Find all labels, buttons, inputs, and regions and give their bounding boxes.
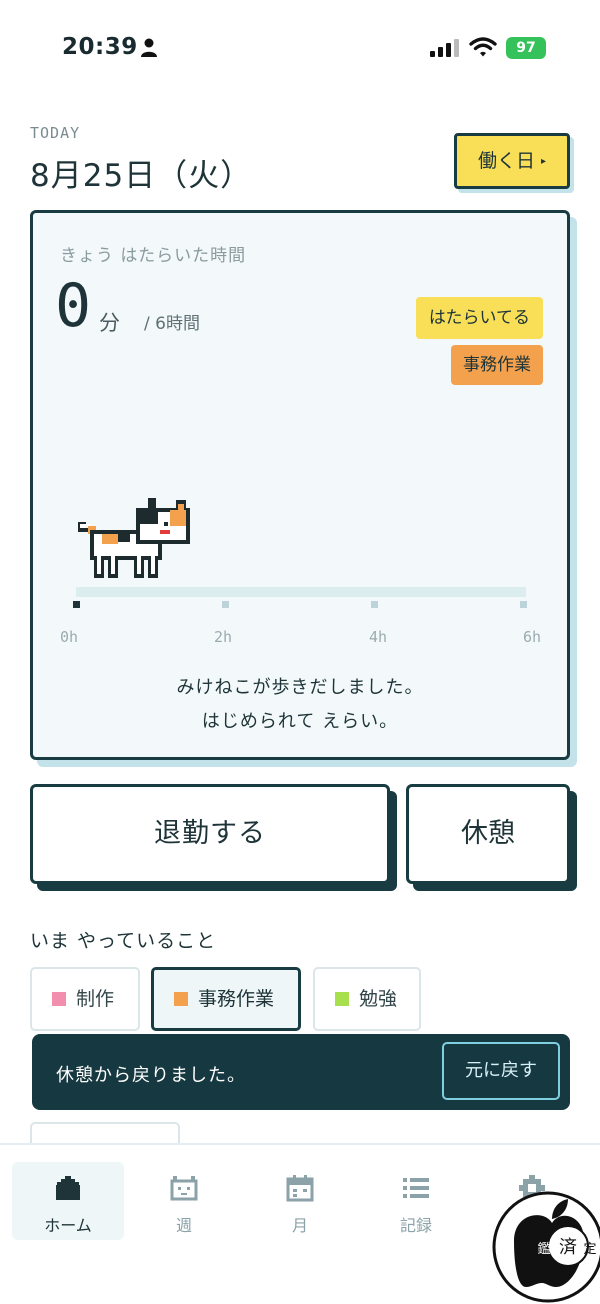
tick-label-4h: 4h xyxy=(368,628,388,646)
current-activity-heading: いま やっていること xyxy=(30,930,217,952)
caret-right-icon: ▸ xyxy=(540,155,547,167)
tab-home[interactable]: ホーム xyxy=(12,1162,124,1240)
tick-label-2h: 2h xyxy=(213,628,233,646)
svg-text:鑑: 鑑 xyxy=(537,1241,550,1257)
work-time-card: きょう はたらいた時間 0 分 / 6時間 はたらいてる 事務作業 0h 2h … xyxy=(30,210,570,760)
tab-week[interactable]: 週 xyxy=(128,1162,240,1240)
calico-cat-icon xyxy=(78,498,190,578)
date-title: 8月25日（火） xyxy=(30,158,253,194)
tab-records[interactable]: 記録 xyxy=(360,1162,472,1240)
person-icon xyxy=(141,38,157,57)
break-button[interactable]: 休憩 xyxy=(406,784,570,884)
color-swatch xyxy=(174,992,188,1006)
work-progress-track xyxy=(76,587,526,597)
current-task-badge: 事務作業 xyxy=(451,345,543,385)
progress-tick-0h xyxy=(73,601,80,608)
svg-text:済: 済 xyxy=(559,1237,577,1258)
progress-tick-6h xyxy=(520,601,527,608)
status-bar: 20:39 97 xyxy=(0,0,600,90)
working-status-badge: はたらいてる xyxy=(415,297,543,339)
tick-label-6h: 6h xyxy=(522,628,542,646)
toast-message: 休憩から戻りました。 xyxy=(56,1065,246,1086)
color-swatch xyxy=(52,992,66,1006)
status-time: 20:39 xyxy=(62,34,138,60)
signal-icon xyxy=(430,39,459,57)
cat-face-icon xyxy=(170,1176,198,1201)
color-swatch xyxy=(335,992,349,1006)
list-icon xyxy=(403,1178,429,1198)
calendar-icon xyxy=(286,1175,314,1202)
toast-notification: 休憩から戻りました。 元に戻す xyxy=(32,1034,570,1110)
activity-chip-production[interactable]: 制作 xyxy=(30,967,140,1031)
watermark-stamp: 済 鑑 定 xyxy=(492,1191,600,1303)
tab-label: 記録 xyxy=(399,1216,432,1235)
home-icon xyxy=(56,1176,80,1200)
clock-out-button[interactable]: 退勤する xyxy=(30,784,390,884)
activity-chip-office-work[interactable]: 事務作業 xyxy=(151,967,301,1031)
workday-button[interactable]: 働く日 ▸ xyxy=(454,133,570,189)
battery-indicator: 97 xyxy=(506,37,546,59)
worked-minutes-value: 0 xyxy=(55,271,92,341)
progress-tick-4h xyxy=(371,601,378,608)
cat-message-line-2: はじめられて えらい。 xyxy=(201,711,399,732)
activity-chip-label: 勉強 xyxy=(359,988,398,1010)
progress-tick-2h xyxy=(222,601,229,608)
svg-text:定: 定 xyxy=(583,1242,596,1257)
minutes-unit: 分 xyxy=(99,311,120,335)
tab-label: 週 xyxy=(175,1216,192,1235)
activity-chip-study[interactable]: 勉強 xyxy=(313,967,421,1031)
worked-time-label: きょう はたらいた時間 xyxy=(60,246,247,266)
today-label: TODAY xyxy=(30,124,81,142)
tick-label-0h: 0h xyxy=(59,628,79,646)
cat-message-line-1: みけねこが歩きだしました。 xyxy=(176,677,424,698)
tab-label: ホーム xyxy=(44,1216,92,1235)
workday-button-label: 働く日 xyxy=(477,150,535,172)
undo-button[interactable]: 元に戻す xyxy=(442,1042,560,1100)
activity-chip-label: 制作 xyxy=(76,988,115,1010)
goal-text: / 6時間 xyxy=(144,314,200,334)
wifi-icon xyxy=(469,37,497,57)
tab-label: 月 xyxy=(291,1216,308,1235)
activity-chip-label: 事務作業 xyxy=(198,988,275,1010)
tab-month[interactable]: 月 xyxy=(244,1162,356,1240)
